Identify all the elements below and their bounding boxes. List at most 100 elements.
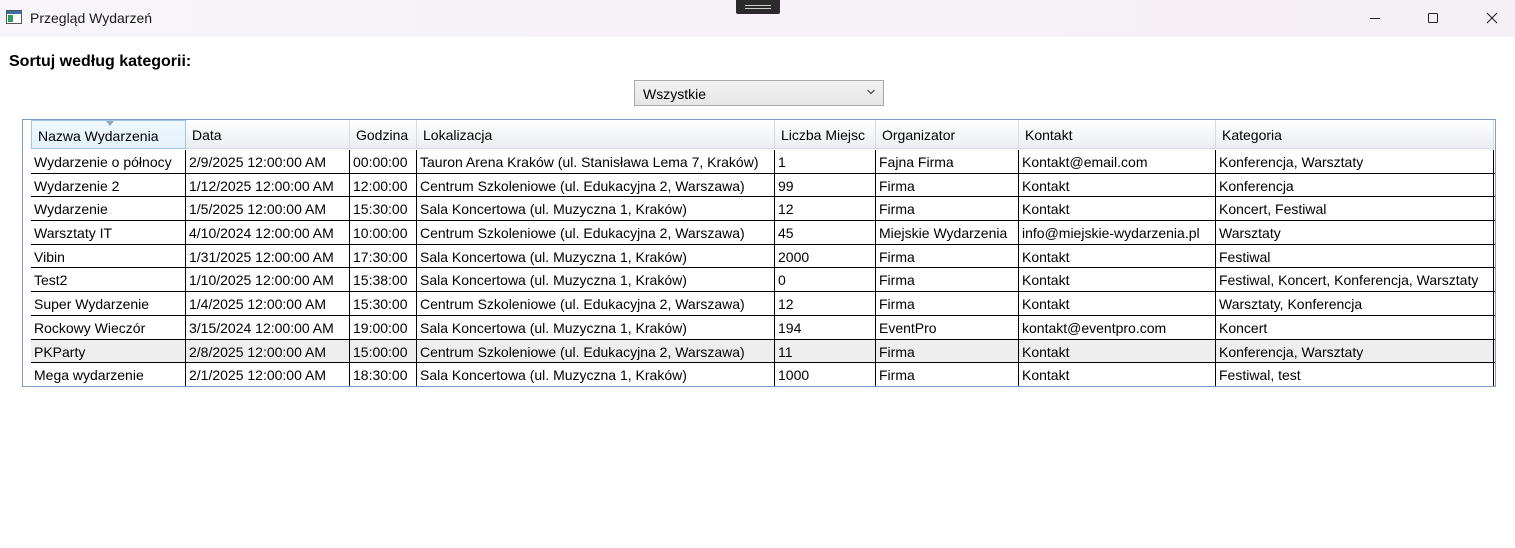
- cell-contact[interactable]: Kontakt: [1019, 363, 1216, 386]
- cell-date[interactable]: 1/31/2025 12:00:00 AM: [186, 244, 350, 268]
- events-data-grid[interactable]: Nazwa Wydarzenia Data Godzina Lokalizacja Li…: [22, 119, 1496, 387]
- cell-contact[interactable]: Kontakt: [1019, 197, 1216, 221]
- snap-layout-handle[interactable]: [736, 0, 780, 14]
- column-header-time[interactable]: Godzina: [350, 120, 417, 149]
- cell-contact[interactable]: Kontakt: [1019, 173, 1216, 197]
- cell-organizer[interactable]: Miejskie Wydarzenia: [876, 221, 1019, 244]
- cell-seats[interactable]: 45: [775, 221, 876, 244]
- cell-event-name[interactable]: Wydarzenie 2: [31, 173, 186, 197]
- cell-event-name[interactable]: Warsztaty IT: [31, 221, 186, 244]
- cell-location[interactable]: Tauron Arena Kraków (ul. Stanisława Lema…: [417, 150, 775, 173]
- column-header-contact[interactable]: Kontakt: [1019, 120, 1216, 149]
- cell-category[interactable]: Konferencja: [1216, 173, 1494, 197]
- cell-seats[interactable]: 1: [775, 150, 876, 173]
- cell-location[interactable]: Centrum Szkoleniowe (ul. Edukacyjna 2, W…: [417, 221, 775, 244]
- cell-contact[interactable]: info@miejskie-wydarzenia.pl: [1019, 221, 1216, 244]
- column-header-category[interactable]: Kategoria: [1216, 120, 1494, 149]
- cell-time[interactable]: 19:00:00: [350, 315, 417, 339]
- cell-event-name[interactable]: Test2: [31, 268, 186, 292]
- cell-event-name[interactable]: Super Wydarzenie: [31, 292, 186, 315]
- cell-category[interactable]: Festiwal: [1216, 244, 1494, 268]
- cell-time[interactable]: 15:30:00: [350, 292, 417, 315]
- cell-date[interactable]: 2/1/2025 12:00:00 AM: [186, 363, 350, 386]
- table-row[interactable]: Super Wydarzenie 1/4/2025 12:00:00 AM 15:3…: [31, 292, 1495, 316]
- cell-date[interactable]: 3/15/2024 12:00:00 AM: [186, 315, 350, 339]
- cell-category[interactable]: Koncert, Festiwal: [1216, 197, 1494, 221]
- table-row[interactable]: Vibin 1/31/2025 12:00:00 AM 17:30:00 Sala K…: [31, 244, 1495, 269]
- cell-location[interactable]: Sala Koncertowa (ul. Muzyczna 1, Kraków): [417, 363, 775, 386]
- cell-date[interactable]: 1/12/2025 12:00:00 AM: [186, 173, 350, 197]
- cell-seats[interactable]: 1000: [775, 363, 876, 386]
- cell-category[interactable]: Warsztaty: [1216, 221, 1494, 244]
- cell-category[interactable]: Festiwal, Koncert, Konferencja, Warsztat…: [1216, 268, 1494, 292]
- cell-seats[interactable]: 11: [775, 339, 876, 363]
- cell-location[interactable]: Sala Koncertowa (ul. Muzyczna 1, Kraków): [417, 268, 775, 292]
- cell-organizer[interactable]: Firma: [876, 268, 1019, 292]
- cell-location[interactable]: Sala Koncertowa (ul. Muzyczna 1, Kraków): [417, 244, 775, 268]
- table-row[interactable]: Mega wydarzenie 2/1/2025 12:00:00 AM 18:30…: [31, 363, 1495, 386]
- cell-seats[interactable]: 2000: [775, 244, 876, 268]
- cell-event-name[interactable]: Mega wydarzenie: [31, 363, 186, 386]
- cell-time[interactable]: 12:00:00: [350, 173, 417, 197]
- cell-organizer[interactable]: Fajna Firma: [876, 150, 1019, 173]
- cell-organizer[interactable]: Firma: [876, 292, 1019, 315]
- cell-event-name[interactable]: Vibin: [31, 244, 186, 268]
- cell-location[interactable]: Centrum Szkoleniowe (ul. Edukacyjna 2, W…: [417, 173, 775, 197]
- cell-contact[interactable]: Kontakt: [1019, 339, 1216, 363]
- cell-location[interactable]: Sala Koncertowa (ul. Muzyczna 1, Kraków): [417, 315, 775, 339]
- minimize-button[interactable]: [1352, 0, 1398, 37]
- cell-contact[interactable]: Kontakt@email.com: [1019, 150, 1216, 173]
- cell-organizer[interactable]: Firma: [876, 244, 1019, 268]
- column-header-event-name[interactable]: Nazwa Wydarzenia: [31, 120, 186, 149]
- cell-event-name[interactable]: PKParty: [31, 339, 186, 363]
- table-row[interactable]: Rockowy Wieczór 3/15/2024 12:00:00 AM 19:0…: [31, 315, 1495, 340]
- cell-category[interactable]: Festiwal, test: [1216, 363, 1494, 386]
- cell-organizer[interactable]: Firma: [876, 363, 1019, 386]
- cell-time[interactable]: 17:30:00: [350, 244, 417, 268]
- cell-organizer[interactable]: Firma: [876, 339, 1019, 363]
- cell-category[interactable]: Konferencja, Warsztaty: [1216, 339, 1494, 363]
- cell-event-name[interactable]: Wydarzenie o północy: [31, 150, 186, 173]
- cell-location[interactable]: Sala Koncertowa (ul. Muzyczna 1, Kraków): [417, 197, 775, 221]
- cell-seats[interactable]: 12: [775, 292, 876, 315]
- cell-date[interactable]: 1/4/2025 12:00:00 AM: [186, 292, 350, 315]
- cell-contact[interactable]: Kontakt: [1019, 268, 1216, 292]
- cell-contact[interactable]: Kontakt: [1019, 292, 1216, 315]
- table-row[interactable]: Wydarzenie 1/5/2025 12:00:00 AM 15:30:00 Sa…: [31, 197, 1495, 222]
- table-row[interactable]: Wydarzenie 2 1/12/2025 12:00:00 AM 12:00:0…: [31, 173, 1495, 198]
- cell-category[interactable]: Warsztaty, Konferencja: [1216, 292, 1494, 315]
- column-header-seats[interactable]: Liczba Miejsc: [775, 120, 876, 149]
- table-row[interactable]: Wydarzenie o północy 2/9/2025 12:00:00 AM…: [31, 150, 1495, 174]
- table-row[interactable]: PKParty 2/8/2025 12:00:00 AM 15:00:00 Centr…: [31, 339, 1495, 364]
- title-bar[interactable]: Przegląd Wydarzeń: [0, 0, 1515, 37]
- cell-organizer[interactable]: Firma: [876, 197, 1019, 221]
- cell-contact[interactable]: Kontakt: [1019, 244, 1216, 268]
- close-button[interactable]: [1469, 0, 1515, 37]
- cell-date[interactable]: 2/9/2025 12:00:00 AM: [186, 150, 350, 173]
- cell-location[interactable]: Centrum Szkoleniowe (ul. Edukacyjna 2, W…: [417, 292, 775, 315]
- cell-event-name[interactable]: Rockowy Wieczór: [31, 315, 186, 339]
- cell-time[interactable]: 15:30:00: [350, 197, 417, 221]
- cell-time[interactable]: 10:00:00: [350, 221, 417, 244]
- cell-time[interactable]: 15:38:00: [350, 268, 417, 292]
- cell-category[interactable]: Koncert: [1216, 315, 1494, 339]
- cell-time[interactable]: 15:00:00: [350, 339, 417, 363]
- column-header-location[interactable]: Lokalizacja: [417, 120, 775, 149]
- cell-date[interactable]: 2/8/2025 12:00:00 AM: [186, 339, 350, 363]
- cell-seats[interactable]: 12: [775, 197, 876, 221]
- cell-category[interactable]: Konferencja, Warsztaty: [1216, 150, 1494, 173]
- cell-date[interactable]: 4/10/2024 12:00:00 AM: [186, 221, 350, 244]
- cell-contact[interactable]: kontakt@eventpro.com: [1019, 315, 1216, 339]
- cell-organizer[interactable]: EventPro: [876, 315, 1019, 339]
- cell-seats[interactable]: 99: [775, 173, 876, 197]
- maximize-button[interactable]: [1410, 0, 1456, 37]
- column-header-organizer[interactable]: Organizator: [876, 120, 1019, 149]
- cell-event-name[interactable]: Wydarzenie: [31, 197, 186, 221]
- cell-location[interactable]: Centrum Szkoleniowe (ul. Edukacyjna 2, W…: [417, 339, 775, 363]
- cell-time[interactable]: 18:30:00: [350, 363, 417, 386]
- column-header-date[interactable]: Data: [186, 120, 350, 149]
- cell-organizer[interactable]: Firma: [876, 173, 1019, 197]
- cell-time[interactable]: 00:00:00: [350, 150, 417, 173]
- cell-seats[interactable]: 194: [775, 315, 876, 339]
- cell-seats[interactable]: 0: [775, 268, 876, 292]
